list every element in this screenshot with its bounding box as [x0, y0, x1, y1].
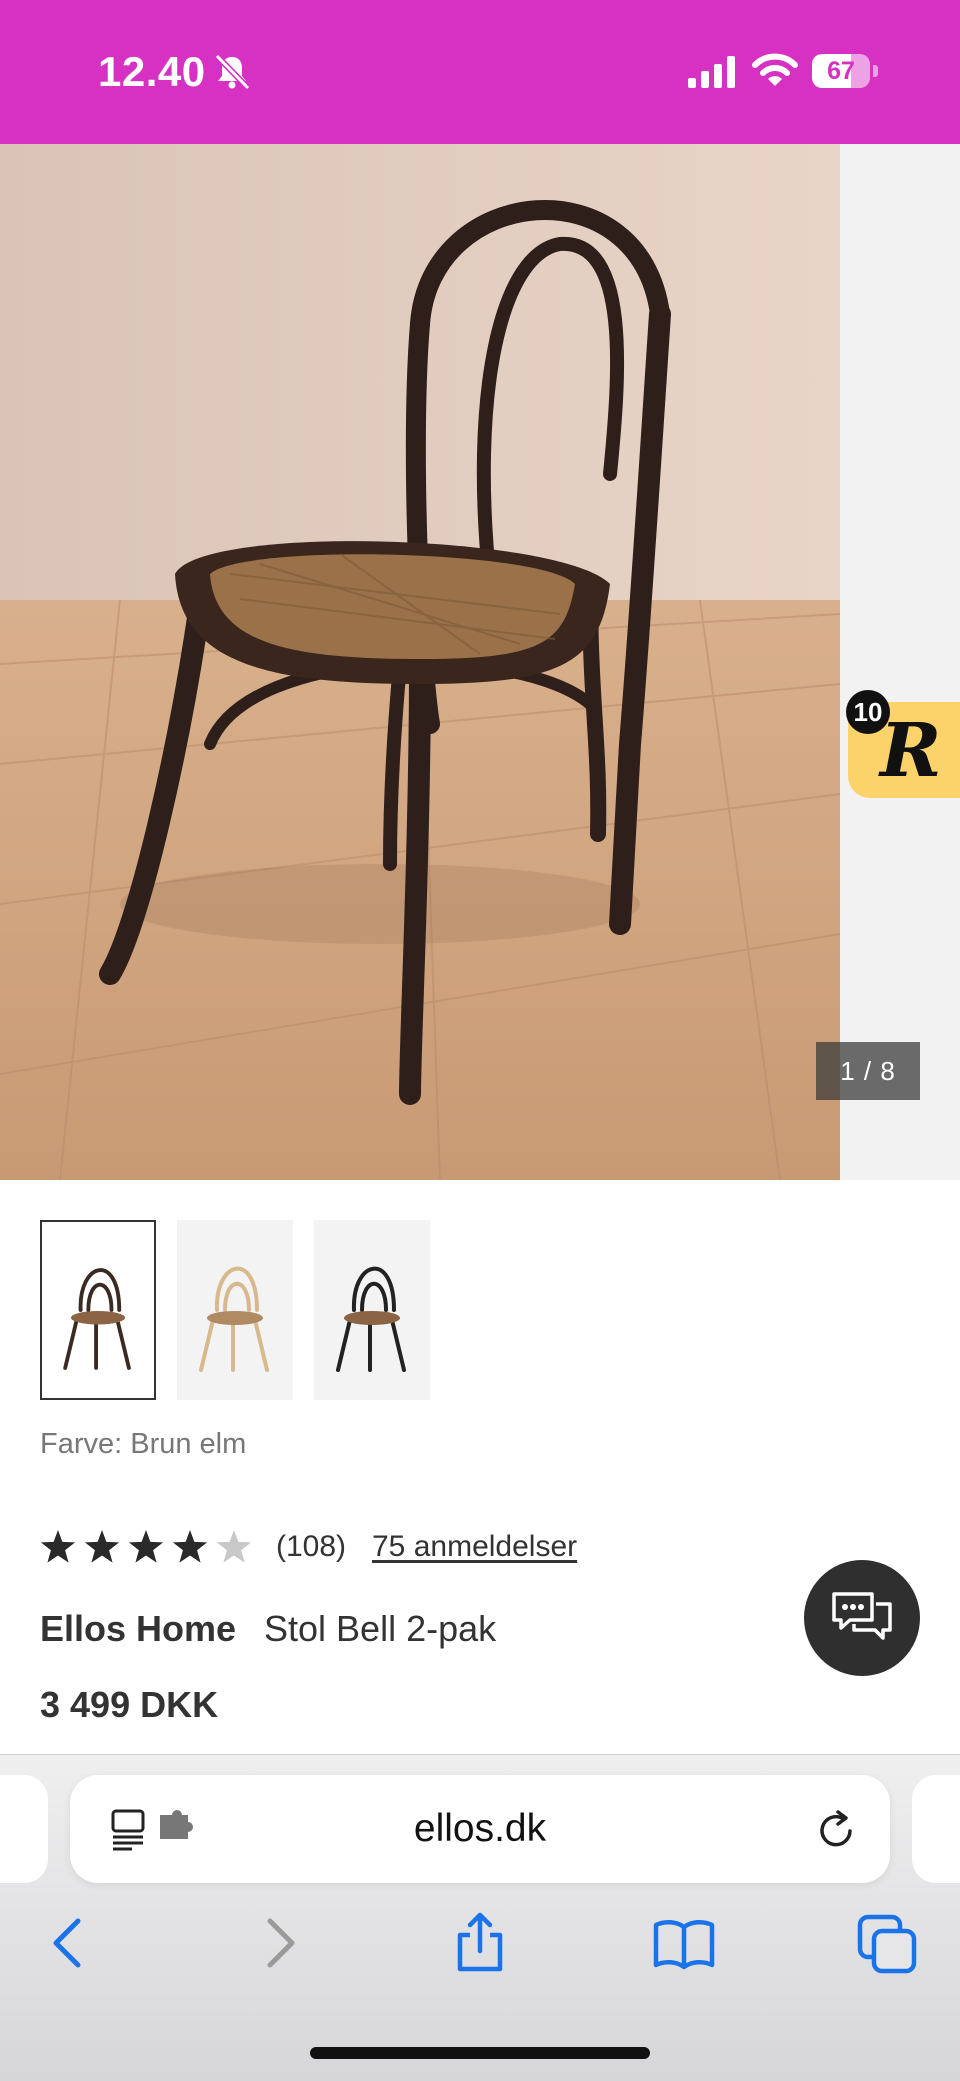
image-counter: 1 / 8 [816, 1042, 920, 1100]
bookmarks-button[interactable] [652, 1911, 716, 1975]
status-time: 12.40 [98, 48, 206, 95]
swatch-sort[interactable] [314, 1220, 430, 1400]
signal-icon [688, 56, 735, 88]
rating-stars[interactable] [40, 1526, 256, 1570]
star-empty-icon [216, 1530, 252, 1563]
previous-tab[interactable] [0, 1775, 48, 1883]
swatch-brun-elm[interactable] [40, 1220, 156, 1400]
star-filled-icon [40, 1530, 76, 1563]
share-icon [457, 1912, 503, 1972]
back-button[interactable] [38, 1911, 102, 1975]
bookmarks-icon [653, 1920, 715, 1970]
url-text[interactable]: ellos.dk [70, 1775, 890, 1883]
rating-count: (108) [276, 1530, 347, 1563]
rewards-letter: R [880, 708, 942, 794]
star-filled-icon [172, 1530, 208, 1563]
rewards-count: 10 [846, 690, 890, 734]
chair-thumbnail-icon [336, 1266, 406, 1372]
color-label: Farve: Brun elm [40, 1428, 247, 1460]
next-image-preview[interactable] [840, 144, 960, 1180]
reviews-link[interactable]: 75 anmeldelser [372, 1530, 577, 1564]
browser-toolbar: ellos.dk [0, 1754, 960, 2081]
reload-icon[interactable] [816, 1809, 858, 1851]
share-button[interactable] [448, 1911, 512, 1975]
chair-thumbnail-icon [63, 1268, 131, 1370]
star-filled-icon [84, 1530, 120, 1563]
product-photo[interactable] [0, 144, 840, 1180]
star-filled-icon [128, 1530, 164, 1563]
swatch-natur[interactable] [177, 1220, 293, 1400]
forward-icon [267, 1918, 295, 1968]
battery-level: 67 [827, 57, 855, 85]
status-bar: 12.40 67 [0, 0, 960, 144]
home-indicator[interactable] [310, 2047, 650, 2059]
next-tab[interactable] [912, 1775, 960, 1883]
bell-slash-icon [214, 53, 251, 91]
tabs-button[interactable] [856, 1911, 920, 1975]
back-icon [53, 1918, 81, 1968]
chair-thumbnail-icon [199, 1266, 269, 1372]
product-name: Stol Bell 2-pak [264, 1608, 497, 1649]
tabs-icon [857, 1914, 917, 1974]
chat-bubbles-icon [832, 1592, 892, 1640]
battery-icon: 67 [812, 54, 878, 88]
forward-button[interactable] [246, 1911, 310, 1975]
address-bar[interactable]: ellos.dk [70, 1775, 890, 1883]
product-brand[interactable]: Ellos Home [40, 1608, 236, 1650]
product-gallery[interactable]: R 10 1 / 8 [0, 144, 960, 1180]
wifi-icon [752, 53, 798, 86]
product-price: 3 499 DKK [40, 1684, 219, 1725]
chat-button[interactable] [804, 1560, 920, 1676]
